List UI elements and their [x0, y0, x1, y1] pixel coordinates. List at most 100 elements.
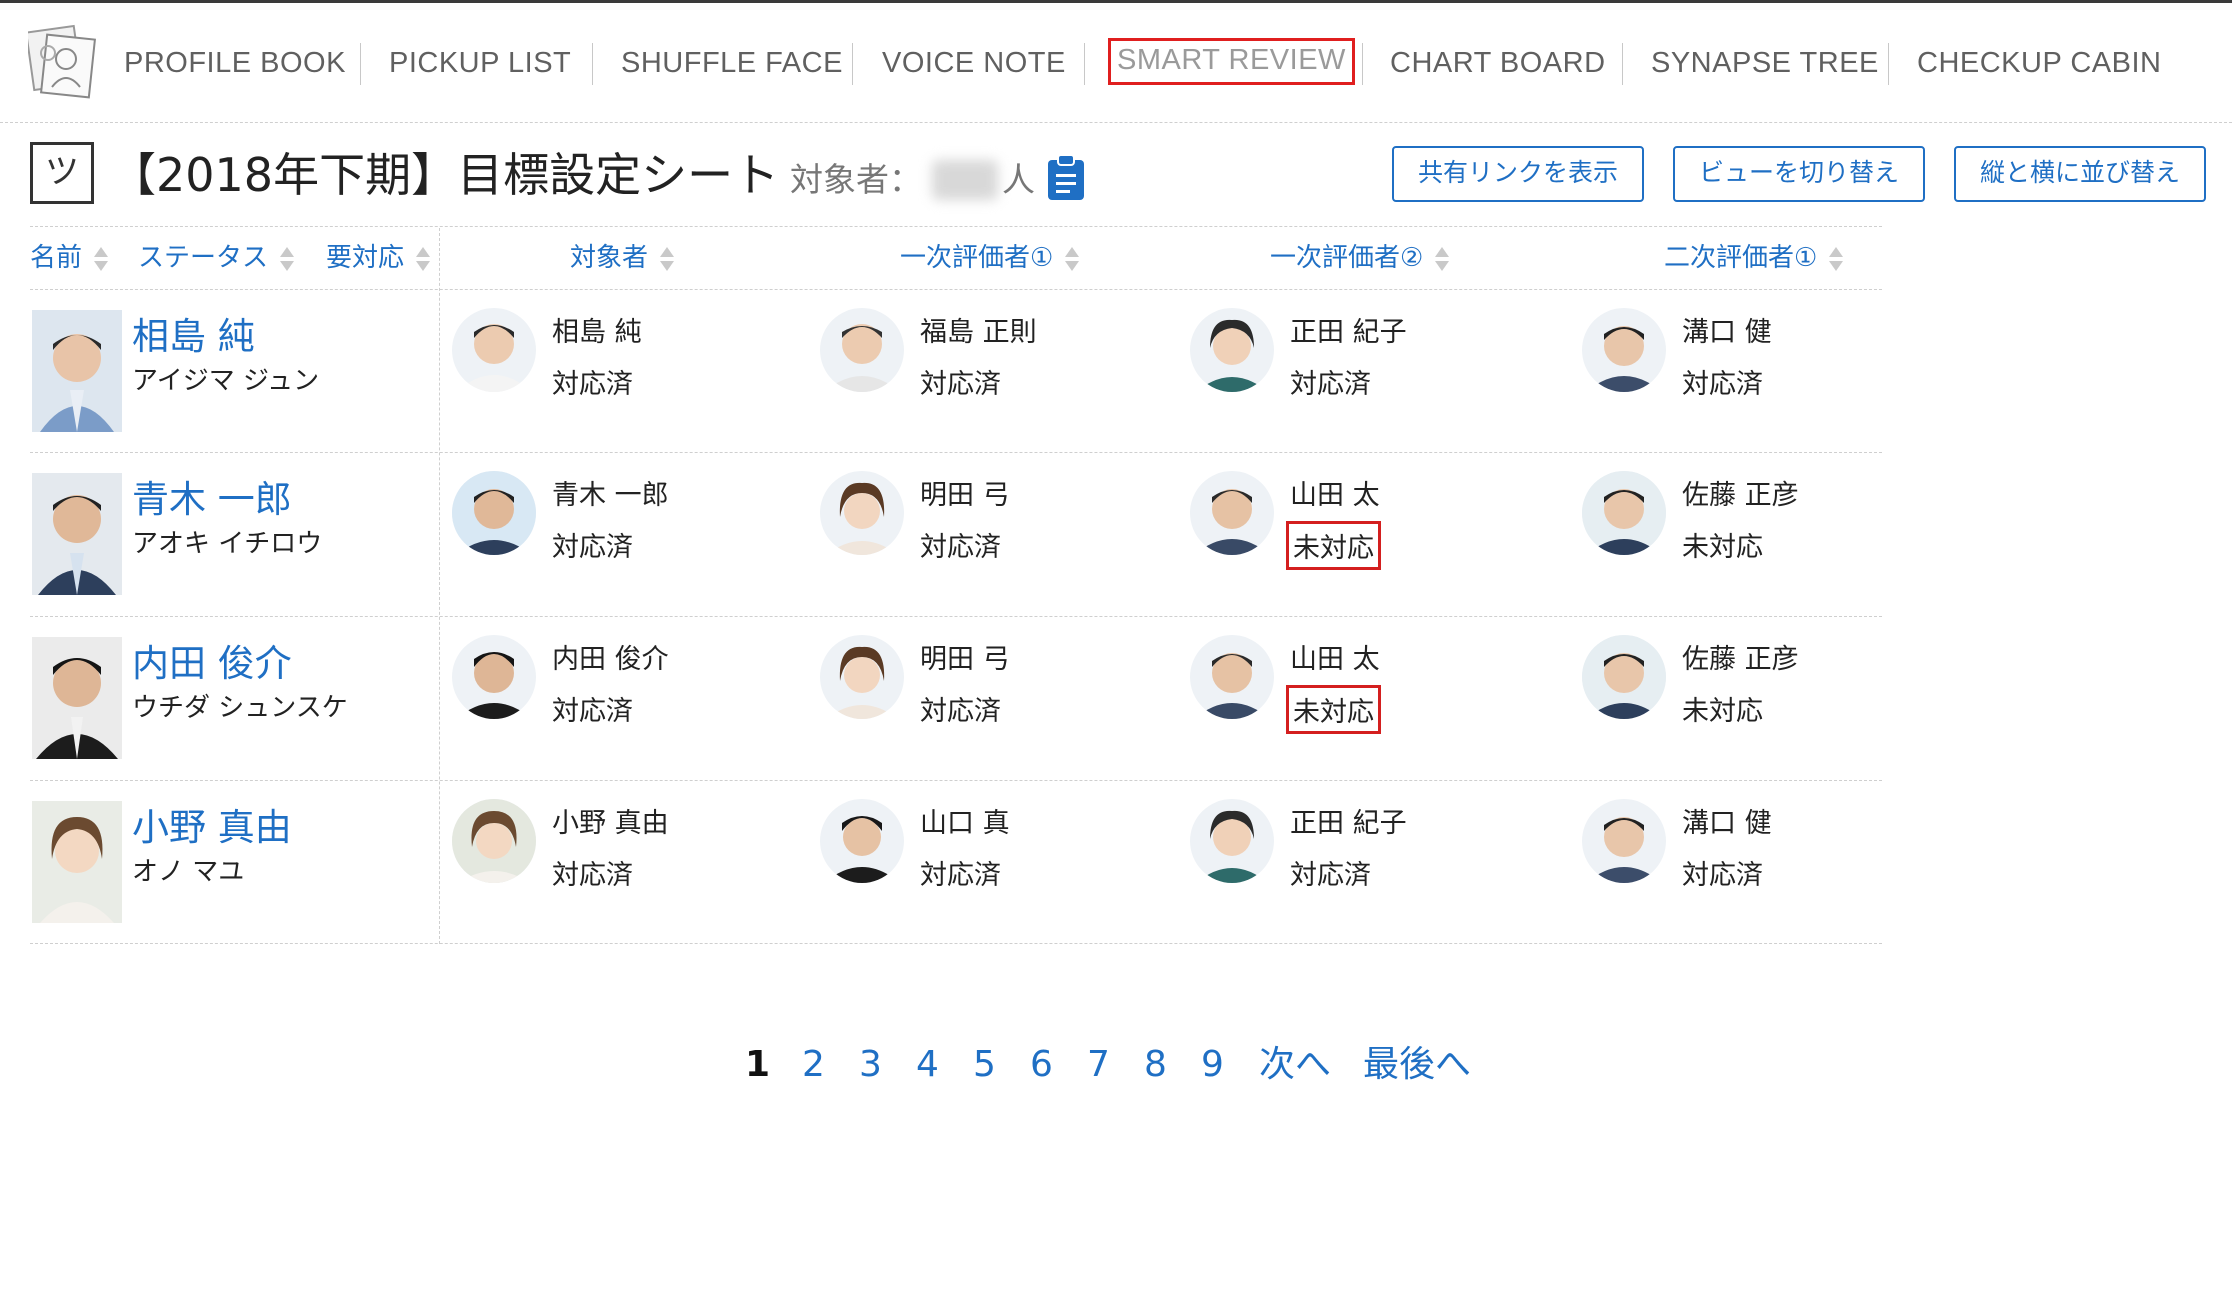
status-text: 対応済 [1290, 860, 1371, 891]
avatar[interactable] [820, 635, 904, 719]
employee-name[interactable]: 相島 純 [132, 306, 255, 360]
status-text: 対応済 [920, 532, 1001, 563]
last-page-link[interactable]: 最後へ [1363, 1040, 1471, 1090]
person-name: 青木 一郎 [552, 480, 669, 511]
col-header-primary-reviewer-1[interactable]: 一次評価者① [900, 238, 1080, 278]
person-name: 正田 紀子 [1290, 317, 1407, 348]
page-link[interactable]: 3 [859, 1040, 882, 1090]
avatar[interactable] [452, 635, 536, 719]
nav-synapse-tree[interactable]: SYNAPSE TREE [1651, 41, 1879, 85]
col-header-target[interactable]: 対象者 [570, 238, 675, 278]
status-text: 対応済 [552, 696, 633, 727]
primary-reviewer-1-cell: 明田 弓 対応済 [820, 471, 1180, 581]
divider [30, 226, 1882, 227]
page-link[interactable]: 6 [1030, 1040, 1053, 1090]
sort-icon[interactable] [1065, 243, 1080, 275]
avatar[interactable] [1582, 471, 1666, 555]
next-page-link[interactable]: 次へ [1259, 1040, 1331, 1090]
page-current: 1 [745, 1044, 771, 1085]
avatar[interactable] [452, 308, 536, 392]
target-cell: 青木 一郎 対応済 [452, 471, 812, 581]
sort-icon[interactable] [416, 243, 431, 275]
employee-kana: ウチダ シュンスケ [132, 693, 348, 723]
employee-kana: オノ マユ [132, 857, 245, 887]
target-count-blurred [932, 160, 998, 200]
person-name: 小野 真由 [552, 808, 669, 839]
col-header-secondary-1-label: 二次評価者① [1664, 243, 1818, 273]
sort-icon[interactable] [660, 243, 675, 275]
employee-name[interactable]: 内田 俊介 [132, 633, 292, 687]
page-link[interactable]: 7 [1087, 1040, 1110, 1090]
primary-reviewer-1-cell: 明田 弓 対応済 [820, 635, 1180, 745]
primary-reviewer-2-cell: 正田 紀子 対応済 [1190, 799, 1550, 909]
nav-shuffle-face[interactable]: SHUFFLE FACE [621, 41, 843, 85]
avatar[interactable] [452, 799, 536, 883]
page-link[interactable]: 2 [802, 1040, 825, 1090]
top-nav: PROFILE BOOK PICKUP LIST SHUFFLE FACE VO… [0, 3, 2232, 123]
employee-name[interactable]: 小野 真由 [132, 797, 292, 851]
show-share-link-button[interactable]: 共有リンクを表示 [1392, 146, 1644, 202]
avatar[interactable] [820, 308, 904, 392]
col-header-name[interactable]: 名前 [30, 238, 109, 278]
target-cell: 小野 真由 対応済 [452, 799, 812, 909]
avatar[interactable] [1190, 308, 1274, 392]
nav-profile-book[interactable]: PROFILE BOOK [124, 41, 346, 85]
page-link[interactable]: 9 [1201, 1040, 1224, 1090]
col-header-status[interactable]: ステータス [138, 238, 295, 278]
status-text: 対応済 [552, 860, 633, 891]
page-link[interactable]: 8 [1144, 1040, 1167, 1090]
status-text: 対応済 [920, 696, 1001, 727]
page-link[interactable]: 4 [916, 1040, 939, 1090]
status-text: 対応済 [1290, 369, 1371, 400]
employee-kana: アイジマ ジュン [132, 366, 320, 396]
avatar[interactable] [820, 471, 904, 555]
col-header-secondary-reviewer-1[interactable]: 二次評価者① [1664, 238, 1844, 278]
sort-icon[interactable] [280, 243, 295, 275]
col-header-action-required[interactable]: 要対応 [326, 238, 431, 278]
person-name: 溝口 健 [1682, 317, 1772, 348]
avatar[interactable] [820, 799, 904, 883]
nav-separator [852, 43, 853, 85]
target-cell: 内田 俊介 対応済 [452, 635, 812, 745]
status-text-alert: 未対応 [1286, 521, 1381, 570]
person-name: 山田 太 [1290, 644, 1380, 675]
person-name: 明田 弓 [920, 644, 1010, 675]
nav-separator [1362, 43, 1363, 85]
avatar[interactable] [1190, 635, 1274, 719]
avatar[interactable] [1190, 799, 1274, 883]
sort-icon[interactable] [1829, 243, 1844, 275]
page-link[interactable]: 5 [973, 1040, 996, 1090]
sort-icon[interactable] [1435, 243, 1450, 275]
pagination: 1 2 3 4 5 6 7 8 9 次へ 最後へ [0, 1040, 2232, 1090]
nav-pickup-list[interactable]: PICKUP LIST [389, 41, 571, 85]
col-header-primary-reviewer-2[interactable]: 一次評価者② [1270, 238, 1450, 278]
primary-reviewer-1-cell: 山口 真 対応済 [820, 799, 1180, 909]
status-text: 対応済 [920, 369, 1001, 400]
col-header-name-label: 名前 [30, 243, 83, 273]
table-row: 相島 純 アイジマ ジュン 相島 純 対応済 福島 正則 対応済 正田 紀子 対… [0, 290, 1900, 453]
avatar[interactable] [1582, 635, 1666, 719]
employee-photo[interactable] [32, 310, 122, 432]
switch-view-button[interactable]: ビューを切り替え [1673, 146, 1925, 202]
app-logo-icon[interactable] [28, 23, 98, 103]
target-cell: 相島 純 対応済 [452, 308, 812, 418]
sort-icon[interactable] [94, 243, 109, 275]
nav-checkup-cabin[interactable]: CHECKUP CABIN [1917, 41, 2161, 85]
col-header-status-label: ステータス [138, 243, 269, 273]
employee-photo[interactable] [32, 801, 122, 923]
avatar[interactable] [452, 471, 536, 555]
clipboard-icon[interactable] [1046, 154, 1086, 202]
employee-photo[interactable] [32, 637, 122, 759]
avatar[interactable] [1190, 471, 1274, 555]
person-name: 溝口 健 [1682, 808, 1772, 839]
employee-name[interactable]: 青木 一郎 [132, 469, 292, 523]
nav-chart-board[interactable]: CHART BOARD [1390, 41, 1606, 85]
target-unit: 人 [1002, 160, 1035, 199]
avatar[interactable] [1582, 308, 1666, 392]
secondary-reviewer-1-cell: 溝口 健 対応済 [1582, 308, 1942, 418]
nav-smart-review[interactable]: SMART REVIEW [1108, 38, 1355, 85]
employee-photo[interactable] [32, 473, 122, 595]
avatar[interactable] [1582, 799, 1666, 883]
sort-rows-columns-button[interactable]: 縦と横に並び替え [1954, 146, 2206, 202]
nav-voice-note[interactable]: VOICE NOTE [882, 41, 1066, 85]
